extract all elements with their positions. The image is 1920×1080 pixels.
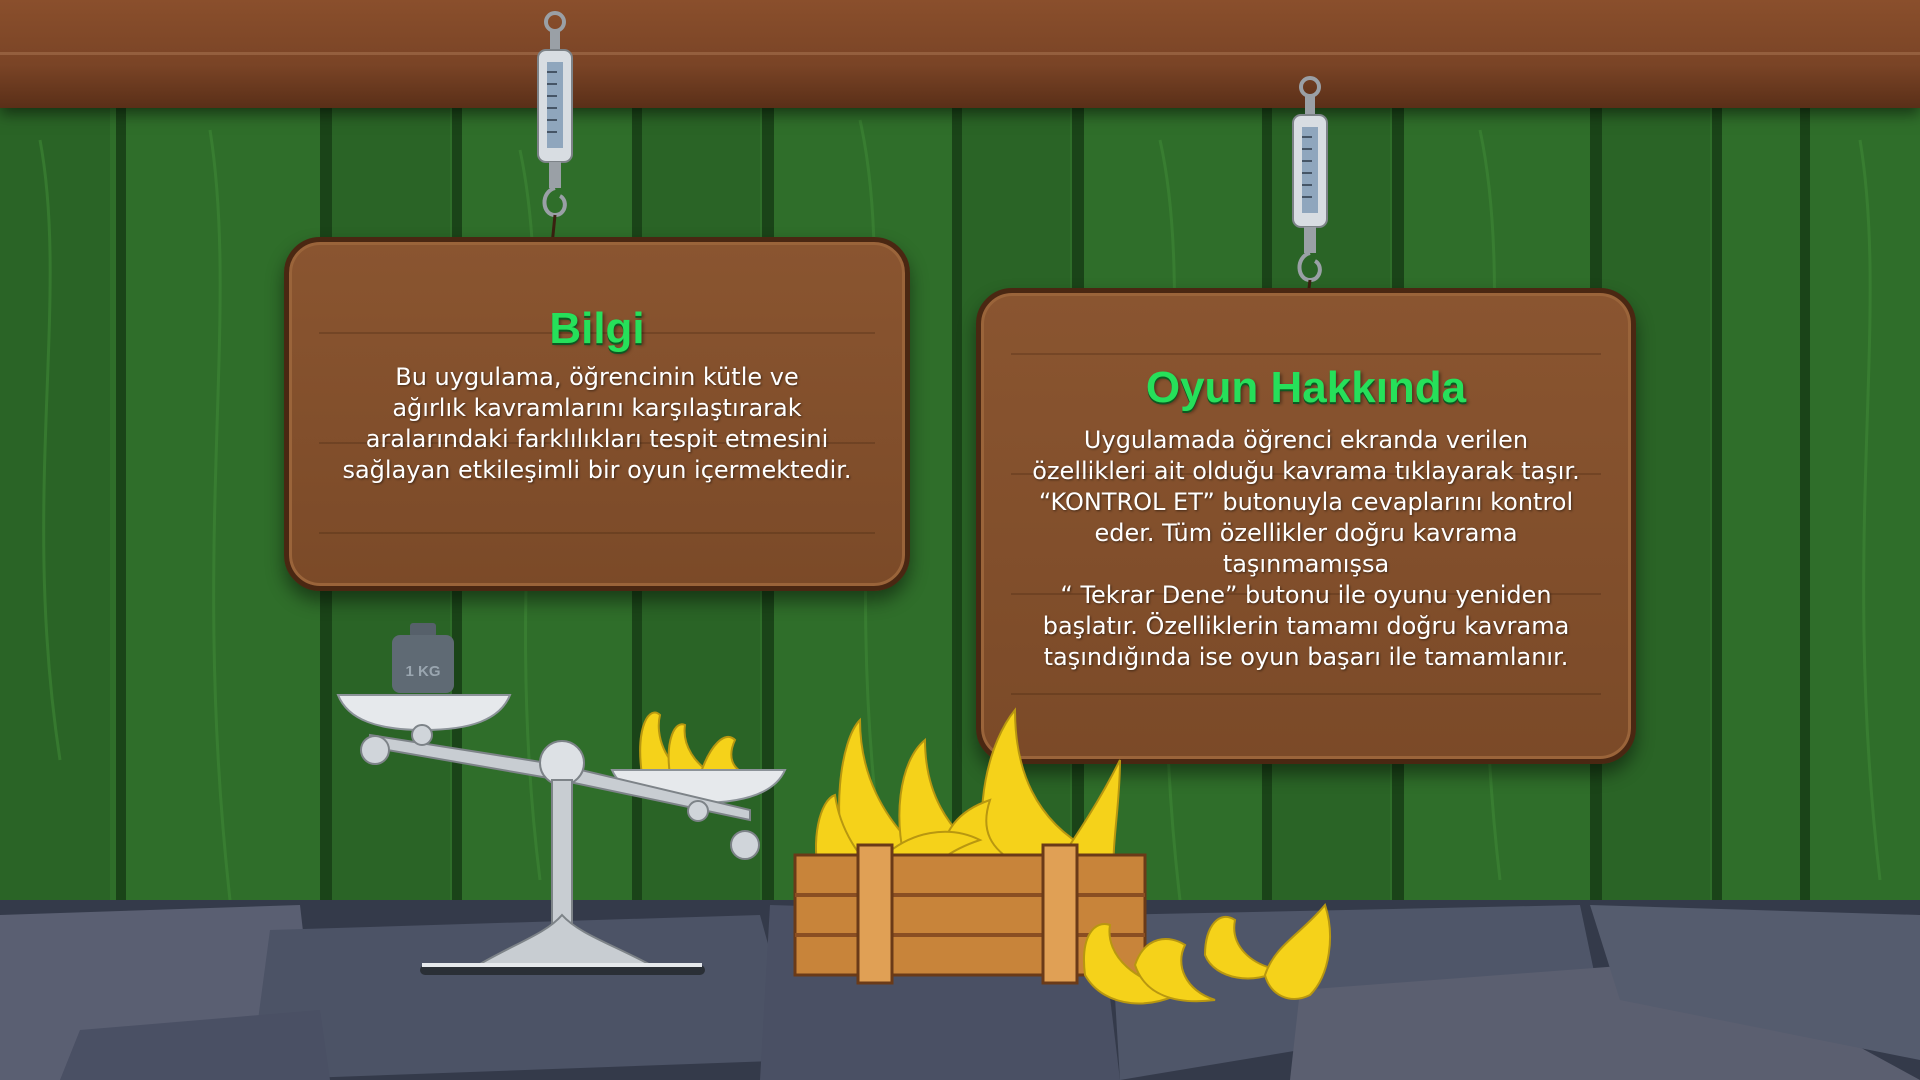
game-scene: Bilgi Bu uygulama, öğrencinin kütle ve a… xyxy=(0,0,1920,1080)
info-text: Bu uygulama, öğrencinin kütle ve ağırlık… xyxy=(342,363,852,484)
spring-scale-icon xyxy=(1292,76,1328,306)
spring-scale-icon xyxy=(537,11,573,245)
balance-scale-icon: 1 KG xyxy=(336,623,787,975)
about-text: Uygulamada öğrenci ekranda verilen özell… xyxy=(1032,426,1580,671)
info-title: Bilgi xyxy=(549,304,645,353)
wooden-beam xyxy=(0,0,1920,108)
about-title: Oyun Hakkında xyxy=(1145,363,1467,412)
about-board: Oyun Hakkında Uygulamada öğrenci ekranda… xyxy=(976,288,1636,764)
bananas-icon xyxy=(1083,902,1331,1005)
weight-label: 1 KG xyxy=(405,663,440,680)
info-board: Bilgi Bu uygulama, öğrencinin kütle ve a… xyxy=(284,237,910,591)
